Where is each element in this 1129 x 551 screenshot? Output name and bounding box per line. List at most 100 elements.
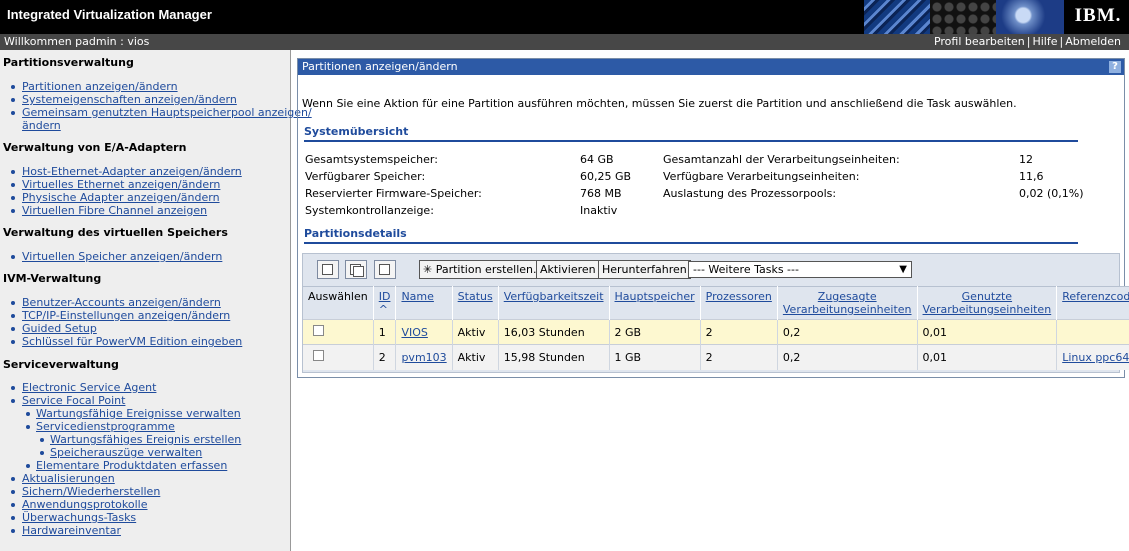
nav-section-service: Serviceverwaltung — [3, 358, 119, 371]
col-assigned-units[interactable]: Zugesagte Verarbeitungseinheiten — [777, 286, 918, 320]
overview-label: Gesamtanzahl der Verarbeitungseinheiten: — [663, 153, 900, 166]
row-select-cell — [303, 344, 374, 370]
col-name[interactable]: Name — [395, 286, 453, 320]
nav-shared-memory-pool[interactable]: Gemeinsam genutzten Hauptspeicherpool an… — [22, 106, 312, 119]
cell-reference-code — [1056, 319, 1129, 345]
partition-table: Auswählen ID ^ Name Status Verfügbarkeit… — [303, 286, 1129, 370]
nav-powervm-key[interactable]: Schlüssel für PowerVM Edition eingeben — [22, 335, 242, 348]
nav-guided-setup[interactable]: Guided Setup — [22, 322, 97, 335]
col-id[interactable]: ID ^ — [373, 286, 397, 320]
panel-title: Partitionen anzeigen/ändern ? — [298, 59, 1124, 75]
help-link[interactable]: Hilfe — [1032, 35, 1057, 48]
shutdown-button[interactable]: Herunterfahren — [598, 260, 691, 279]
partition-details-heading: Partitionsdetails — [304, 227, 407, 240]
ibm-logo: IBM. — [1072, 5, 1124, 27]
top-banner: Integrated Virtualization Manager IBM. — [0, 0, 1129, 34]
cell-name: pvm103 — [395, 344, 453, 370]
nav-service-agent[interactable]: Electronic Service Agent — [22, 381, 156, 394]
cell-uptime: 15,98 Stunden — [498, 344, 610, 370]
filter-icon[interactable] — [374, 260, 396, 279]
cell-assigned-units: 0,2 — [777, 319, 918, 345]
cell-status: Aktiv — [452, 344, 499, 370]
section-divider — [304, 242, 1078, 244]
table-row[interactable]: 1 VIOS Aktiv 16,03 Stunden 2 GB 2 0,2 0,… — [303, 319, 1129, 345]
edit-profile-link[interactable]: Profil bearbeiten — [934, 35, 1025, 48]
nav-virtual-ethernet[interactable]: Virtuelles Ethernet anzeigen/ändern — [22, 178, 220, 191]
more-tasks-select[interactable]: --- Weitere Tasks --- ▼ — [688, 261, 912, 278]
cell-status: Aktiv — [452, 319, 499, 345]
banner-image — [864, 0, 1064, 34]
cell-used-units: 0,01 — [917, 319, 1058, 345]
cell-used-units: 0,01 — [917, 344, 1058, 370]
panel-title-text: Partitionen anzeigen/ändern — [302, 60, 458, 73]
activate-button[interactable]: Aktivieren — [536, 260, 600, 279]
nav-hardware-inventory[interactable]: Hardwareinventar — [22, 524, 121, 537]
nav-vital-product-data[interactable]: Elementare Produktdaten erfassen — [36, 459, 227, 472]
cell-id: 1 — [373, 319, 397, 345]
cell-reference-code: Linux ppc64 — [1056, 344, 1129, 370]
create-partition-button[interactable]: ✳ Partition erstellen... — [419, 260, 548, 279]
intro-text: Wenn Sie eine Aktion für eine Partition … — [302, 97, 1017, 110]
col-status[interactable]: Status — [452, 286, 499, 320]
sort-ascending-icon: ^ — [378, 303, 388, 316]
col-memory[interactable]: Hauptspeicher — [609, 286, 701, 320]
select-all-icon[interactable] — [317, 260, 339, 279]
overview-label: Verfügbare Verarbeitungseinheiten: — [663, 170, 860, 183]
deselect-all-icon[interactable] — [345, 260, 367, 279]
nav-manage-dumps[interactable]: Speicherauszüge verwalten — [50, 446, 202, 459]
navigation-sidebar: Partitionsverwaltung Partitionen anzeige… — [0, 50, 312, 551]
nav-monitor-tasks[interactable]: Überwachungs-Tasks — [22, 511, 136, 524]
nav-user-accounts[interactable]: Benutzer-Accounts anzeigen/ändern — [22, 296, 221, 309]
overview-label: Reservierter Firmware-Speicher: — [305, 187, 482, 200]
nav-backup-restore[interactable]: Sichern/Wiederherstellen — [22, 485, 160, 498]
nav-tcpip[interactable]: TCP/IP-Einstellungen anzeigen/ändern — [22, 309, 230, 322]
nav-partitions[interactable]: Partitionen anzeigen/ändern — [22, 80, 178, 93]
user-bar: Willkommen padmin : vios Profil bearbeit… — [0, 34, 1129, 50]
nav-virtual-fibre-channel[interactable]: Virtuellen Fibre Channel anzeigen — [22, 204, 207, 217]
logout-link[interactable]: Abmelden — [1065, 35, 1121, 48]
cell-uptime: 16,03 Stunden — [498, 319, 610, 345]
nav-physical-adapters[interactable]: Physische Adapter anzeigen/ändern — [22, 191, 220, 204]
overview-value: 64 GB — [580, 153, 614, 166]
col-processors[interactable]: Prozessoren — [700, 286, 778, 320]
overview-value: 768 MB — [580, 187, 622, 200]
app-title: Integrated Virtualization Manager — [7, 7, 212, 22]
table-row[interactable]: 2 pvm103 Aktiv 15,98 Stunden 1 GB 2 0,2 … — [303, 344, 1129, 370]
nav-application-logs[interactable]: Anwendungsprotokolle — [22, 498, 148, 511]
nav-create-serviceable-event[interactable]: Wartungsfähiges Ereignis erstellen — [50, 433, 241, 446]
nav-virtual-storage[interactable]: Virtuellen Speicher anzeigen/ändern — [22, 250, 222, 263]
nav-system-properties[interactable]: Systemeigenschaften anzeigen/ändern — [22, 93, 237, 106]
nav-service-focal-point[interactable]: Service Focal Point — [22, 394, 125, 407]
nav-serviceable-events[interactable]: Wartungsfähige Ereignisse verwalten — [36, 407, 241, 420]
nav-section-ivm: IVM-Verwaltung — [3, 272, 102, 285]
partitions-panel: Partitionen anzeigen/ändern ? Wenn Sie e… — [297, 58, 1129, 378]
cell-processors: 2 — [700, 344, 778, 370]
partition-name-link[interactable]: pvm103 — [401, 351, 446, 364]
partition-name-link[interactable]: VIOS — [401, 326, 427, 339]
nav-service-utilities[interactable]: Servicedienstprogramme — [36, 420, 175, 433]
overview-label: Systemkontrollanzeige: — [305, 204, 434, 217]
col-uptime[interactable]: Verfügbarkeitszeit — [498, 286, 610, 320]
col-used-units[interactable]: Genutzte Verarbeitungseinheiten — [917, 286, 1058, 320]
row-checkbox[interactable] — [313, 325, 324, 336]
row-select-cell — [303, 319, 374, 345]
nav-section-partition-management: Partitionsverwaltung — [3, 56, 134, 69]
overview-label: Gesamtsystemspeicher: — [305, 153, 438, 166]
nav-host-ethernet[interactable]: Host-Ethernet-Adapter anzeigen/ändern — [22, 165, 242, 178]
overview-value: 12 — [1019, 153, 1033, 166]
system-overview-heading: Systemübersicht — [304, 125, 409, 138]
row-checkbox[interactable] — [313, 350, 324, 362]
overview-value: 11,6 — [1019, 170, 1044, 183]
nav-section-virtual-storage: Verwaltung des virtuellen Speichers — [3, 226, 228, 239]
overview-value: 0,02 (0,1%) — [1019, 187, 1084, 200]
user-links: Profil bearbeiten | Hilfe | Abmelden — [933, 35, 1121, 48]
nav-shared-memory-pool-cont[interactable]: ändern — [22, 119, 61, 132]
col-reference-code[interactable]: Referenzcode — [1056, 286, 1129, 320]
cell-name: VIOS — [395, 319, 453, 345]
reference-code-link[interactable]: Linux ppc64 — [1062, 351, 1129, 364]
nav-updates[interactable]: Aktualisierungen — [22, 472, 115, 485]
overview-label: Auslastung des Prozessorpools: — [663, 187, 837, 200]
cell-id: 2 — [373, 344, 397, 370]
help-icon[interactable]: ? — [1109, 61, 1121, 73]
banner-tile-mesh — [930, 0, 996, 34]
